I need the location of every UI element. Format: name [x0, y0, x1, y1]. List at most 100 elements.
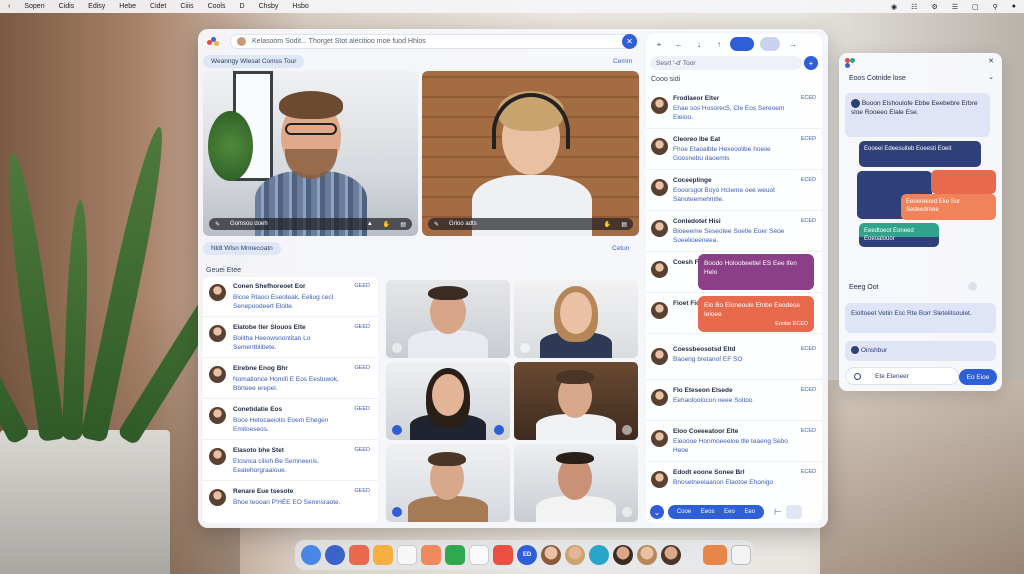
slides-icon[interactable] — [421, 545, 441, 565]
video-feed-2[interactable]: ✎ Grioo adts ✋ ▤ — [422, 71, 639, 236]
meeting-link[interactable]: Cemm — [613, 58, 632, 65]
list-item[interactable]: Elatobe tler Slouos Elte Bolitha Heeowsno… — [203, 318, 378, 358]
mic-icon[interactable] — [622, 425, 632, 435]
block-red[interactable] — [931, 170, 996, 194]
chat-add-button[interactable]: + — [804, 56, 818, 70]
list-item[interactable]: Renare Eue tsesote Bhoe teooan P'HEE EO S… — [203, 482, 378, 522]
chat-item[interactable]: Eloo Coeeeatoor Elte Eieoooe Honmoeeeloe … — [646, 422, 822, 462]
numbers-icon[interactable] — [445, 545, 465, 565]
menu-item[interactable]: Cools — [208, 3, 226, 10]
mic-icon[interactable] — [392, 343, 402, 353]
chat-toggle-button[interactable] — [730, 37, 754, 51]
contact-avatar-icon[interactable] — [541, 545, 561, 565]
block-green[interactable]: Eeedtoeot Eoneed Eoeoalouor — [859, 223, 939, 247]
video-tile[interactable] — [386, 444, 510, 522]
mic-icon[interactable] — [392, 425, 402, 435]
menu-item[interactable]: Edisy — [88, 3, 105, 10]
back-icon[interactable]: ← — [672, 37, 686, 51]
add-icon[interactable]: + — [652, 37, 666, 51]
mic-icon[interactable]: ✎ — [215, 221, 220, 228]
launchpad-icon[interactable] — [325, 545, 345, 565]
folder-icon[interactable] — [703, 545, 727, 565]
settings-icon[interactable]: ⚙ — [931, 3, 937, 11]
close-icon[interactable]: ✕ — [988, 57, 994, 65]
menu-item[interactable]: D — [240, 3, 245, 10]
mic-icon[interactable] — [622, 507, 632, 517]
active-app-icon[interactable]: ED — [517, 545, 537, 565]
menu-item[interactable]: Chsby — [259, 3, 279, 10]
chevron-down-icon[interactable]: ⌄ — [650, 505, 664, 519]
pin-icon[interactable]: ✎ — [434, 221, 439, 228]
back-icon[interactable]: ‹ — [8, 3, 10, 10]
contact-avatar-icon[interactable] — [637, 545, 657, 565]
send-icon[interactable] — [785, 505, 802, 519]
chat-item[interactable]: Cleoreo lbe Eat Fhoe Etaoalbte Hexeoolibe… — [646, 130, 822, 170]
hand-icon[interactable]: ✋ — [604, 221, 611, 228]
chat-item[interactable]: Flo Eteseon Elsede Eehaoloolocon oeee Soi… — [646, 381, 822, 421]
radio-icon[interactable] — [854, 372, 861, 380]
chat-item[interactable]: Coceeplinge Eooorsgot Boyo Hcleme oee weu… — [646, 171, 822, 211]
video-tile[interactable] — [514, 444, 638, 522]
control-icon[interactable]: ☷ — [911, 3, 917, 11]
chat-item[interactable]: Frodlaeor Elter Ehae sos Hosorec5, Cle Eo… — [646, 89, 822, 129]
info-card-2[interactable]: Eioltoeet Vetin Esc Rte Borr Sletelitsou… — [845, 303, 996, 333]
participants-pill[interactable]: Nldt Wlsn Mnnecoatn — [203, 242, 281, 255]
action-label[interactable]: Eeo — [724, 509, 735, 515]
search-icon[interactable]: ⚲ — [993, 3, 998, 11]
books-icon[interactable] — [493, 545, 513, 565]
forward-icon[interactable]: → — [786, 37, 800, 51]
video-tile[interactable] — [514, 362, 638, 440]
list-item[interactable]: Conen Shefhoreoet Eor Bicoe Rlaoci Eseote… — [203, 277, 378, 317]
more-icon[interactable]: ▤ — [621, 221, 627, 228]
menu-item[interactable]: Cidis — [59, 3, 75, 10]
action-label[interactable]: Eeo — [744, 509, 755, 515]
more-icon[interactable]: ▤ — [400, 221, 406, 228]
list-item[interactable]: Elasoto bhe Stet Etosnca cilioh Be Semnee… — [203, 441, 378, 481]
toggle-knob-icon[interactable] — [968, 282, 977, 291]
action-label[interactable]: Eeos — [701, 509, 715, 515]
menu-item[interactable]: Hsbo — [292, 3, 308, 10]
pages-icon[interactable] — [373, 545, 393, 565]
status-icon[interactable]: ◉ — [891, 3, 897, 11]
battery-icon[interactable]: ▢ — [972, 3, 979, 11]
menu-item[interactable]: Cidet — [150, 3, 166, 10]
download-icon[interactable]: ↓ — [692, 37, 706, 51]
minimize-icon[interactable]: ⊢ — [774, 507, 782, 518]
block-orange[interactable]: Eeoereeted Eke Sor Sedeedreee — [901, 194, 996, 220]
chat-action-bar[interactable]: Cooe Eeos Eeo Eeo — [668, 505, 764, 519]
trash-icon[interactable] — [731, 545, 751, 565]
menu-item[interactable]: Hebe — [119, 3, 136, 10]
siri-icon[interactable]: ● — [1012, 3, 1016, 11]
menu-item[interactable]: Sopen — [24, 3, 44, 10]
messages-icon[interactable] — [589, 545, 609, 565]
video-tile[interactable] — [386, 362, 510, 440]
menu-item[interactable]: Ciiis — [180, 3, 193, 10]
camera-icon[interactable] — [494, 425, 504, 435]
upload-icon[interactable]: ↑ — [712, 37, 726, 51]
contact-avatar-icon[interactable] — [661, 545, 681, 565]
notes-icon[interactable] — [349, 545, 369, 565]
block-navy[interactable]: Eooeei Edeesuiteb Eoeesti Eoeit — [859, 141, 981, 167]
chevron-icon[interactable]: ▲ — [367, 221, 373, 227]
meeting-title-pill[interactable]: Weanngy Wlesat Comss Tour — [203, 55, 305, 68]
message-input[interactable]: Ete Eleneer — [845, 367, 959, 385]
search-close-button[interactable]: ✕ — [622, 34, 637, 49]
mic-icon[interactable] — [392, 507, 402, 517]
chat-bubble-red[interactable]: Elo Bo Eloneoule Elnbe Eeodeoe Ieloee En… — [698, 296, 814, 332]
chat-item[interactable]: Coessbeosotsd Eltd Baoeng bretanof EF SO E… — [646, 340, 822, 380]
chat-filter-button[interactable] — [760, 37, 780, 51]
chevron-down-icon[interactable]: ⌄ — [988, 73, 994, 81]
contact-avatar-icon[interactable] — [613, 545, 633, 565]
info-card[interactable]: Buoon Elshoulofe Ebbe Eeebebre Erbre slo… — [845, 93, 990, 137]
hand-icon[interactable]: ✋ — [383, 221, 390, 228]
finder-icon[interactable] — [301, 545, 321, 565]
send-button[interactable]: Eo Eioe — [959, 369, 997, 385]
wifi-icon[interactable]: ☰ — [952, 3, 958, 11]
list-item[interactable]: Conetidatie Eos Boce Hetocaeiotis Eoem Eh… — [203, 400, 378, 440]
chip-card[interactable]: Oinshbur — [845, 341, 996, 361]
video-feed-1[interactable]: ✎ Gomsou doeh ▲ ✋ ▤ — [203, 71, 418, 236]
action-label[interactable]: Cooe — [677, 509, 691, 515]
contact-avatar-icon[interactable] — [565, 545, 585, 565]
chat-item[interactable]: Edodt eoone Sonee Brl Bnosetneelaanon Ela… — [646, 463, 822, 503]
video-tile[interactable] — [386, 280, 510, 358]
